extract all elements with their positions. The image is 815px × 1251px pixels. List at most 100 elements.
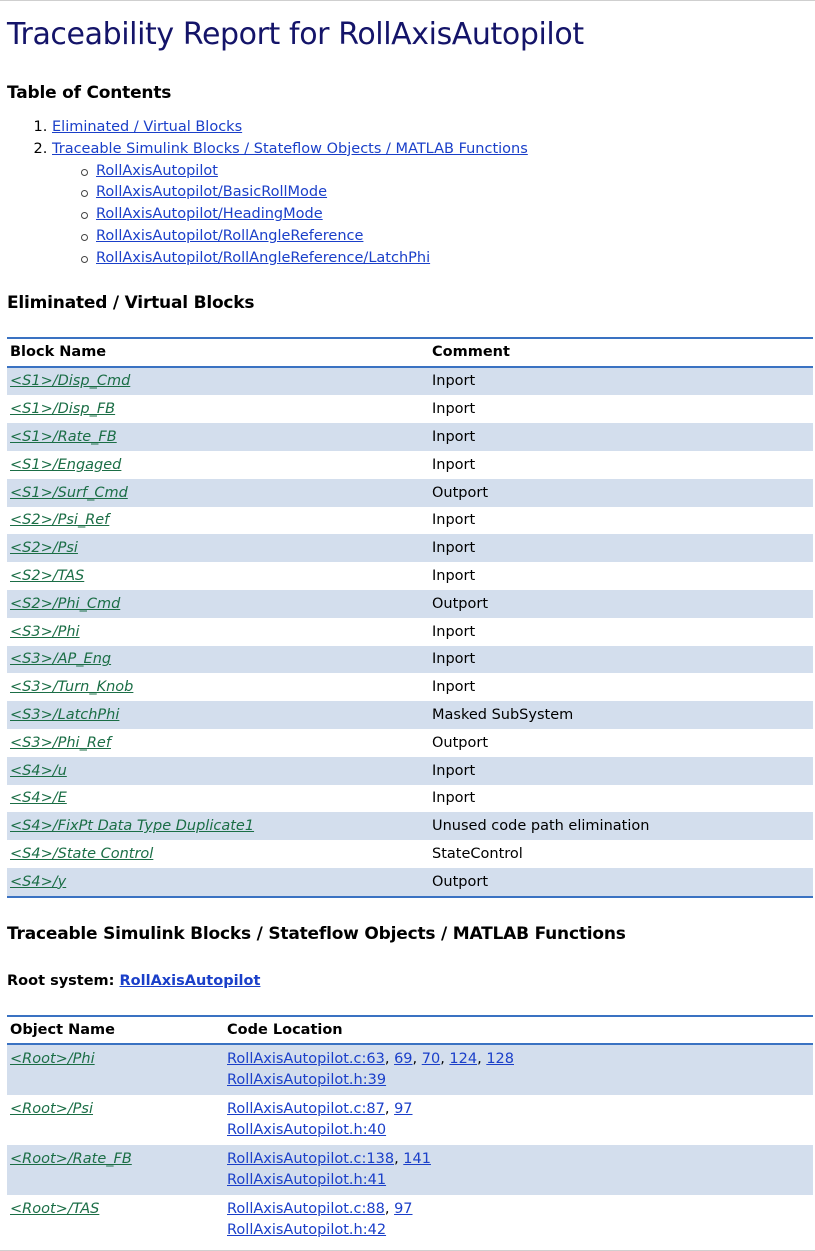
- block-link[interactable]: <S2>/TAS: [10, 568, 84, 584]
- block-link[interactable]: <S3>/Phi: [10, 624, 80, 640]
- block-link[interactable]: <S1>/Disp_FB: [10, 401, 115, 417]
- c-line-link[interactable]: 141: [403, 1151, 431, 1167]
- c-line-link[interactable]: 124: [449, 1051, 477, 1067]
- comment-cell: StateControl: [432, 846, 523, 863]
- toc-item: Traceable Simulink Blocks / Stateflow Ob…: [52, 139, 813, 270]
- object-link[interactable]: <Root>/Phi: [10, 1051, 95, 1067]
- comment-cell: Inport: [432, 568, 476, 585]
- h-file-location: RollAxisAutopilot.h:39: [227, 1070, 810, 1092]
- block-link[interactable]: <S4>/State Control: [10, 846, 153, 862]
- comment-cell: Inport: [432, 762, 476, 779]
- toc-subitem: RollAxisAutopilot/RollAngleReference/Lat…: [81, 248, 813, 270]
- report-page: Traceability Report for RollAxisAutopilo…: [0, 15, 815, 1245]
- block-name-cell: <S1>/Disp_Cmd: [7, 367, 429, 396]
- table-row: <S4>/FixPt Data Type Duplicate1 Unused co…: [7, 812, 813, 841]
- object-link[interactable]: <Root>/Rate_FB: [10, 1151, 132, 1167]
- block-link[interactable]: <S1>/Rate_FB: [10, 429, 117, 445]
- comment-cell: Outport: [432, 734, 489, 751]
- h-file-link[interactable]: RollAxisAutopilot.h:41: [227, 1172, 386, 1188]
- block-name-cell: <S3>/LatchPhi: [7, 701, 429, 729]
- table-row: <S3>/Phi_Ref Outport: [7, 728, 813, 757]
- comment-cell: Outport: [432, 484, 489, 501]
- toc-sublink[interactable]: RollAxisAutopilot/HeadingMode: [96, 206, 323, 222]
- object-link[interactable]: <Root>/TAS: [10, 1201, 99, 1217]
- table-row: <S2>/TAS Inport: [7, 562, 813, 590]
- block-link[interactable]: <S2>/Phi_Cmd: [10, 596, 120, 612]
- toc-subitem: RollAxisAutopilot/HeadingMode: [81, 204, 813, 226]
- h-file-link[interactable]: RollAxisAutopilot.h:39: [227, 1072, 386, 1088]
- block-link[interactable]: <S4>/E: [10, 790, 67, 806]
- object-name-cell: <Root>/Phi: [7, 1044, 224, 1095]
- c-file-link[interactable]: RollAxisAutopilot.c:63: [227, 1051, 385, 1067]
- column-header-block-name: Block Name: [10, 344, 107, 361]
- column-header-code-location: Code Location: [227, 1021, 343, 1038]
- block-name-cell: <S4>/E: [7, 785, 429, 813]
- table-row: <S3>/AP_Eng Inport: [7, 645, 813, 674]
- block-link[interactable]: <S4>/u: [10, 763, 67, 779]
- block-name-cell: <S3>/Turn_Knob: [7, 673, 429, 701]
- block-link[interactable]: <S3>/LatchPhi: [10, 707, 119, 723]
- c-file-link[interactable]: RollAxisAutopilot.c:87: [227, 1101, 385, 1117]
- block-link[interactable]: <S4>/y: [10, 874, 66, 890]
- root-system-line: Root system: RollAxisAutopilot: [7, 971, 813, 991]
- toc-subitem: RollAxisAutopilot: [81, 161, 813, 183]
- c-file-locations: RollAxisAutopilot.c:138, 141: [227, 1150, 431, 1167]
- h-file-link[interactable]: RollAxisAutopilot.h:42: [227, 1222, 386, 1238]
- c-line-link[interactable]: 69: [394, 1051, 412, 1067]
- toc-link-traceable[interactable]: Traceable Simulink Blocks / Stateflow Ob…: [52, 141, 528, 157]
- c-line-link[interactable]: 128: [486, 1051, 514, 1067]
- object-name-cell: <Root>/TAS: [7, 1195, 224, 1245]
- toc-sublink[interactable]: RollAxisAutopilot/RollAngleReference/Lat…: [96, 250, 430, 266]
- toc-subitem: RollAxisAutopilot/BasicRollMode: [81, 182, 813, 204]
- block-link[interactable]: <S1>/Engaged: [10, 457, 121, 473]
- page-title: Traceability Report for RollAxisAutopilo…: [7, 17, 584, 52]
- table-row: <S3>/Phi Inport: [7, 617, 813, 646]
- toc-sublink[interactable]: RollAxisAutopilot: [96, 163, 218, 179]
- c-file-link[interactable]: RollAxisAutopilot.c:88: [227, 1201, 385, 1217]
- c-file-link[interactable]: RollAxisAutopilot.c:138: [227, 1151, 394, 1167]
- block-link[interactable]: <S2>/Psi_Ref: [10, 512, 109, 528]
- comment-cell: Inport: [432, 540, 476, 557]
- c-line-link[interactable]: 97: [394, 1101, 412, 1117]
- block-name-cell: <S3>/AP_Eng: [7, 646, 429, 674]
- table-row: <Root>/Psi RollAxisAutopilot.c:87, 97 Roll…: [7, 1094, 813, 1145]
- block-name-cell: <S4>/State Control: [7, 840, 429, 868]
- comment-cell: Unused code path elimination: [432, 818, 650, 835]
- block-link[interactable]: <S1>/Surf_Cmd: [10, 485, 128, 501]
- block-link[interactable]: <S3>/AP_Eng: [10, 651, 111, 667]
- object-link[interactable]: <Root>/Psi: [10, 1101, 93, 1117]
- object-name-cell: <Root>/Psi: [7, 1095, 224, 1145]
- code-location-cell: RollAxisAutopilot.c:138, 141 RollAxisAuto…: [224, 1145, 813, 1195]
- block-link[interactable]: <S3>/Phi_Ref: [10, 735, 111, 751]
- toc-sublink[interactable]: RollAxisAutopilot/BasicRollMode: [96, 184, 327, 200]
- comment-cell: Masked SubSystem: [432, 707, 574, 724]
- table-row: <S4>/y Outport: [7, 867, 813, 897]
- toc-link-eliminated[interactable]: Eliminated / Virtual Blocks: [52, 119, 242, 135]
- block-link[interactable]: <S1>/Disp_Cmd: [10, 373, 130, 389]
- comment-cell: Inport: [432, 401, 476, 418]
- column-header-comment: Comment: [432, 344, 510, 361]
- table-row: <S1>/Engaged Inport: [7, 450, 813, 479]
- traceable-heading: Traceable Simulink Blocks / Stateflow Ob…: [7, 923, 626, 944]
- block-link[interactable]: <S3>/Turn_Knob: [10, 679, 133, 695]
- toc-heading: Table of Contents: [7, 83, 172, 103]
- block-name-cell: <S2>/TAS: [7, 562, 429, 590]
- c-line-link[interactable]: 70: [422, 1051, 440, 1067]
- table-row: <S4>/u Inport: [7, 756, 813, 785]
- toc-list: Eliminated / Virtual Blocks Traceable Si…: [7, 117, 813, 270]
- table-header-row: Block Name Comment: [7, 338, 813, 367]
- block-link[interactable]: <S2>/Psi: [10, 540, 78, 556]
- block-link[interactable]: <S4>/FixPt Data Type Duplicate1: [10, 818, 254, 834]
- h-file-link[interactable]: RollAxisAutopilot.h:40: [227, 1122, 386, 1138]
- c-line-link[interactable]: 97: [394, 1201, 412, 1217]
- comment-cell: Inport: [432, 373, 476, 390]
- block-name-cell: <S1>/Surf_Cmd: [7, 479, 429, 507]
- code-location-cell: RollAxisAutopilot.c:63, 69, 70, 124, 128…: [224, 1044, 813, 1095]
- table-row: <S2>/Phi_Cmd Outport: [7, 589, 813, 618]
- table-row: <S1>/Rate_FB Inport: [7, 423, 813, 451]
- c-file-locations: RollAxisAutopilot.c:63, 69, 70, 124, 128: [227, 1050, 514, 1067]
- comment-cell: Outport: [432, 873, 489, 890]
- root-system-link[interactable]: RollAxisAutopilot: [120, 973, 261, 989]
- table-row: <S3>/Turn_Knob Inport: [7, 673, 813, 702]
- toc-sublink[interactable]: RollAxisAutopilot/RollAngleReference: [96, 228, 363, 244]
